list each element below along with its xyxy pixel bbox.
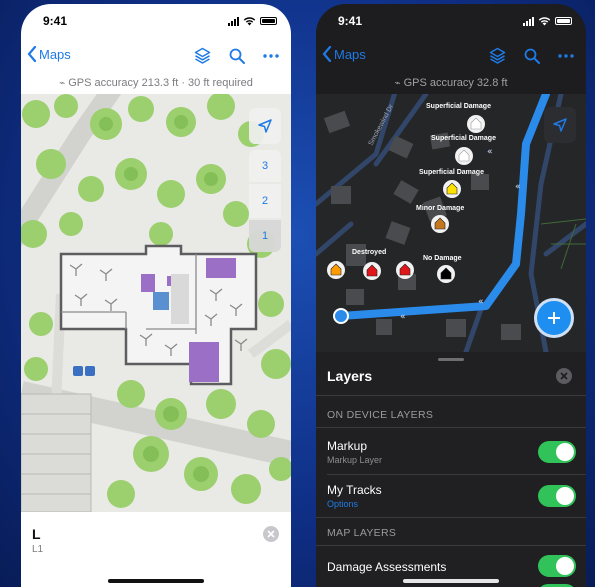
home-indicator	[403, 579, 499, 583]
gps-text: GPS accuracy 213.3 ft · 30 ft required	[68, 77, 253, 89]
close-icon	[560, 372, 568, 380]
layers-icon[interactable]	[194, 47, 211, 64]
svg-text:«: «	[400, 312, 406, 322]
wifi-icon	[538, 17, 551, 26]
battery-icon	[260, 17, 277, 25]
close-button[interactable]	[556, 368, 572, 384]
wifi-icon	[243, 17, 256, 26]
feature-sheet[interactable]: L L1	[21, 512, 291, 587]
sheet-subtitle: L1	[32, 544, 44, 555]
svg-text:«: «	[478, 297, 484, 307]
damage-marker-label: Destroyed	[352, 249, 386, 256]
nav-bar: Maps	[21, 40, 291, 72]
svg-text:«: «	[487, 147, 493, 157]
layers-title: Layers	[327, 368, 373, 384]
locate-button[interactable]	[544, 107, 576, 143]
damage-marker[interactable]	[443, 180, 461, 198]
status-bar: 9:41	[316, 4, 586, 40]
layer-name: My Tracks	[327, 483, 382, 497]
locate-button[interactable]	[249, 108, 281, 144]
damage-assessments-toggle[interactable]	[538, 555, 576, 577]
floor-2-button[interactable]: 2	[249, 184, 281, 218]
damage-marker[interactable]	[437, 265, 455, 283]
damage-marker-label: Superficial Damage	[419, 169, 484, 176]
search-icon[interactable]	[524, 48, 540, 64]
status-time: 9:41	[43, 14, 68, 28]
damage-marker[interactable]	[431, 215, 449, 233]
chevron-left-icon	[27, 46, 37, 62]
status-time: 9:41	[338, 14, 363, 28]
gps-accuracy-banner: ⌁ GPS accuracy 213.3 ft · 30 ft required	[21, 72, 291, 94]
search-icon[interactable]	[229, 48, 245, 64]
svg-text:«: «	[515, 182, 521, 192]
sheet-grabber[interactable]	[438, 358, 464, 361]
close-icon	[267, 530, 275, 538]
floor-3-button[interactable]: 3	[249, 150, 281, 182]
damage-marker[interactable]	[363, 262, 381, 280]
back-label: Maps	[39, 46, 71, 62]
layer-row-my-tracks[interactable]: My Tracks Options	[316, 476, 586, 516]
chevron-left-icon	[322, 46, 332, 62]
gps-satellite-icon: ⌁	[59, 78, 66, 89]
layer-sub: Markup Layer	[327, 455, 383, 465]
layers-panel: Layers ON DEVICE LAYERS Markup Markup La…	[316, 352, 586, 587]
back-label: Maps	[334, 46, 366, 62]
damage-marker-label: Superficial Damage	[431, 135, 496, 142]
status-bar: 9:41	[21, 4, 291, 40]
plus-icon	[548, 312, 560, 324]
damage-marker[interactable]	[467, 115, 485, 133]
on-device-layers-header: ON DEVICE LAYERS	[327, 409, 434, 421]
gps-satellite-icon: ⌁	[394, 78, 401, 89]
floor-label: 1	[261, 230, 269, 242]
back-button[interactable]: Maps	[27, 46, 71, 62]
damage-marker-label: Superficial Damage	[426, 103, 491, 110]
layer-row-damage-assessments[interactable]: Damage Assessments	[316, 550, 586, 582]
dark-phone: 9:41 Maps ⌁ GPS accuracy 32.8 ft Smokewi…	[316, 4, 586, 587]
markup-toggle[interactable]	[538, 441, 576, 463]
sheet-title: L	[32, 526, 41, 542]
layer-name: Markup	[327, 439, 368, 453]
track-start-dot	[333, 308, 349, 324]
layers-icon[interactable]	[489, 47, 506, 64]
floor-label: 2	[261, 195, 269, 207]
layer-row-markup[interactable]: Markup Markup Layer	[316, 432, 586, 472]
floor-label: 3	[261, 160, 269, 172]
back-button[interactable]: Maps	[322, 46, 366, 62]
location-arrow-icon	[553, 118, 567, 132]
options-link[interactable]: Options	[327, 499, 358, 509]
damage-marker[interactable]	[455, 147, 473, 165]
damage-marker[interactable]	[327, 261, 345, 279]
gps-text: GPS accuracy 32.8 ft	[403, 77, 508, 89]
cellular-icon	[228, 16, 239, 26]
layer-name: Damage Assessments	[327, 560, 447, 574]
damage-marker[interactable]	[396, 261, 414, 279]
damage-marker-label: No Damage	[423, 255, 462, 262]
more-icon[interactable]	[263, 53, 279, 58]
light-phone: 9:41 Maps ⌁ GPS accuracy 213.3 ft · 30 f…	[21, 4, 291, 587]
home-indicator	[108, 579, 204, 583]
location-arrow-icon	[258, 119, 272, 133]
more-icon[interactable]	[558, 53, 574, 58]
damage-marker-label: Minor Damage	[416, 205, 464, 212]
floor-1-button[interactable]: 1	[249, 220, 281, 252]
my-tracks-toggle[interactable]	[538, 485, 576, 507]
cellular-icon	[523, 16, 534, 26]
battery-icon	[555, 17, 572, 25]
add-button[interactable]	[534, 298, 574, 338]
map-layers-header: MAP LAYERS	[327, 527, 397, 539]
close-button[interactable]	[263, 526, 279, 542]
nav-bar: Maps	[316, 40, 586, 72]
gps-accuracy-banner: ⌁ GPS accuracy 32.8 ft	[316, 72, 586, 94]
